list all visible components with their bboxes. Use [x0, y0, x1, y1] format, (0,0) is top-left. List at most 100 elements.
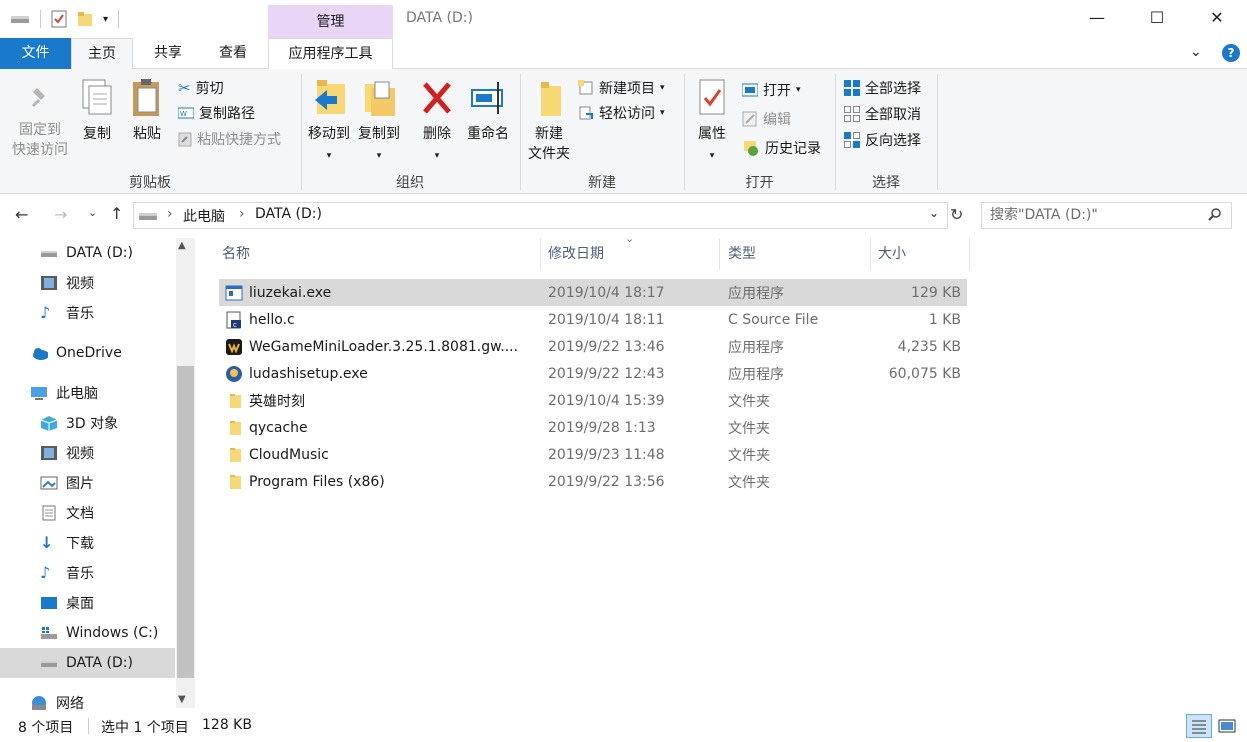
file-row[interactable]: Program Files (x86) 2019/9/22 13:56 文件夹	[219, 468, 967, 495]
nav-label: 网络	[56, 696, 84, 712]
file-row[interactable]: liuzekai.exe 2019/10/4 18:17 应用程序 129 KB	[219, 279, 967, 306]
file-row[interactable]: ludashisetup.exe 2019/9/22 12:43 应用程序 60…	[219, 360, 967, 387]
search-input[interactable]: 搜索"DATA (D:)"	[981, 202, 1232, 229]
group-label-select: 选择	[872, 175, 900, 191]
up-arrow-icon[interactable]: ↑	[110, 204, 123, 223]
move-to-label: 移动到	[308, 126, 350, 142]
new-item-button[interactable]: 新建项目 ▾	[578, 77, 665, 99]
open-button[interactable]: 打开 ▾	[742, 79, 801, 101]
breadcrumb-data-d[interactable]: DATA (D:)	[255, 206, 322, 222]
delete-button[interactable]: 删除 ▾	[416, 78, 458, 166]
customize-qa-icon[interactable]: ▾	[103, 14, 108, 25]
nav-item-this-pc[interactable]: 此电脑	[0, 378, 175, 408]
context-tab-manage: 管理	[268, 5, 393, 39]
collapse-ribbon-icon[interactable]: ⌄	[1190, 44, 1202, 60]
drive-icon[interactable]	[10, 13, 30, 25]
nav-label: 视频	[66, 276, 94, 292]
select-all-button[interactable]: 全部选择	[844, 77, 921, 99]
group-label-open: 打开	[745, 175, 774, 191]
drive-icon	[41, 251, 57, 257]
column-header-type[interactable]: 类型	[724, 238, 871, 270]
history-button[interactable]: 历史记录	[742, 137, 821, 159]
tab-file[interactable]: 文件	[0, 38, 71, 69]
large-icons-view-button[interactable]	[1216, 715, 1240, 737]
new-folder-button[interactable]: 新建 文件夹	[524, 78, 574, 164]
column-header-name[interactable]: 名称	[218, 238, 541, 270]
edit-icon	[742, 111, 757, 127]
cube-icon	[40, 416, 58, 431]
file-date: 2019/9/22 12:43	[548, 365, 665, 382]
item-count: 8 个项目	[18, 720, 74, 736]
cut-button[interactable]: ✂ 剪切	[178, 77, 224, 99]
file-row[interactable]: qycache 2019/9/28 1:13 文件夹	[219, 414, 967, 441]
properties-icon[interactable]	[51, 10, 67, 28]
nav-label: 下载	[66, 536, 94, 552]
dropdown-arrow-icon: ▾	[326, 151, 332, 161]
file-row[interactable]: CloudMusic 2019/9/23 11:48 文件夹	[219, 441, 967, 468]
music-note-icon: ♪	[40, 303, 51, 322]
nav-item-videos-pc[interactable]: 视频	[0, 438, 175, 468]
column-header-size[interactable]: 大小	[874, 238, 970, 270]
music-note-icon: ♪	[40, 563, 51, 582]
breadcrumb-this-pc[interactable]: 此电脑	[183, 206, 225, 226]
nav-item-3d-objects[interactable]: 3D 对象	[0, 408, 175, 438]
video-icon	[41, 446, 57, 460]
copy-to-button[interactable]: 复制到 ▾	[355, 78, 403, 166]
address-bar[interactable]: › 此电脑 › DATA (D:) ⌄	[133, 202, 948, 229]
paste-shortcut-button[interactable]: 粘贴快捷方式	[178, 128, 281, 150]
copy-button[interactable]: 复制	[76, 78, 118, 144]
nav-item-music-pc[interactable]: ♪ 音乐	[0, 558, 175, 588]
tab-app-tools[interactable]: 应用程序工具	[268, 38, 393, 70]
select-none-icon	[844, 106, 860, 122]
file-row[interactable]: c hello.c 2019/10/4 18:11 C Source File …	[219, 306, 967, 333]
close-button[interactable]: ✕	[1186, 0, 1247, 36]
forward-arrow-icon[interactable]: →	[54, 205, 67, 224]
select-none-button[interactable]: 全部取消	[844, 103, 921, 125]
new-folder-icon[interactable]	[77, 11, 93, 27]
file-date: 2019/10/4 18:11	[548, 311, 665, 328]
rename-button[interactable]: 重命名	[462, 78, 514, 144]
new-item-icon	[578, 80, 593, 95]
nav-item-videos[interactable]: 视频	[0, 268, 175, 298]
document-icon	[42, 505, 56, 521]
scroll-up-icon[interactable]: ▲	[178, 240, 186, 251]
edit-button[interactable]: 编辑	[742, 108, 791, 130]
scroll-down-icon[interactable]: ▼	[178, 694, 186, 705]
file-size: 60,075 KB	[888, 365, 961, 382]
file-name: hello.c	[249, 311, 295, 328]
paste-button[interactable]: 粘贴	[126, 78, 168, 144]
nav-scrollbar-thumb[interactable]	[177, 366, 194, 678]
nav-item-downloads[interactable]: ↓ 下载	[0, 528, 175, 558]
nav-item-documents[interactable]: 文档	[0, 498, 175, 528]
nav-item-data-d[interactable]: DATA (D:)	[0, 238, 175, 268]
properties-button[interactable]: 属性 ▾	[690, 78, 734, 166]
minimize-button[interactable]: —	[1066, 0, 1128, 36]
back-arrow-icon[interactable]: ←	[15, 205, 28, 224]
file-row[interactable]: 英雄时刻 2019/10/4 15:39 文件夹	[219, 387, 967, 414]
nav-item-windows-c[interactable]: Windows (C:)	[0, 618, 175, 648]
details-view-button[interactable]	[1186, 714, 1212, 738]
pin-quick-access-button[interactable]: 固定到 快速访问	[6, 82, 74, 160]
help-icon[interactable]: ?	[1222, 44, 1240, 62]
copy-path-button[interactable]: W 复制路径	[178, 102, 255, 124]
open-label: 打开	[763, 83, 791, 99]
refresh-icon[interactable]: ↻	[950, 205, 963, 224]
tab-share[interactable]: 共享	[137, 38, 199, 69]
invert-selection-button[interactable]: 反向选择	[844, 129, 921, 151]
tab-view[interactable]: 查看	[202, 38, 264, 69]
address-dropdown-icon[interactable]: ⌄	[929, 206, 939, 220]
tab-home[interactable]: 主页	[71, 38, 133, 70]
nav-item-data-d-selected[interactable]: DATA (D:)	[0, 648, 175, 678]
move-to-button[interactable]: 移动到 ▾	[305, 78, 353, 166]
maximize-button[interactable]: ☐	[1126, 0, 1188, 36]
nav-item-pictures[interactable]: 图片	[0, 468, 175, 498]
nav-item-desktop[interactable]: 桌面	[0, 588, 175, 618]
nav-item-onedrive[interactable]: OneDrive	[0, 338, 175, 368]
nav-item-music[interactable]: ♪ 音乐	[0, 298, 175, 328]
file-name: ludashisetup.exe	[249, 365, 368, 382]
easy-access-button[interactable]: 轻松访问 ▾	[578, 102, 665, 124]
navigation-pane: DATA (D:) 视频 ♪ 音乐 OneDrive 此电脑 3D 对象 视频 …	[0, 236, 196, 712]
file-row[interactable]: WeGameMiniLoader.3.25.1.8081.gw.... 2019…	[219, 333, 967, 360]
recent-locations-icon[interactable]: ⌄	[88, 206, 97, 219]
history-label: 历史记录	[765, 141, 821, 157]
